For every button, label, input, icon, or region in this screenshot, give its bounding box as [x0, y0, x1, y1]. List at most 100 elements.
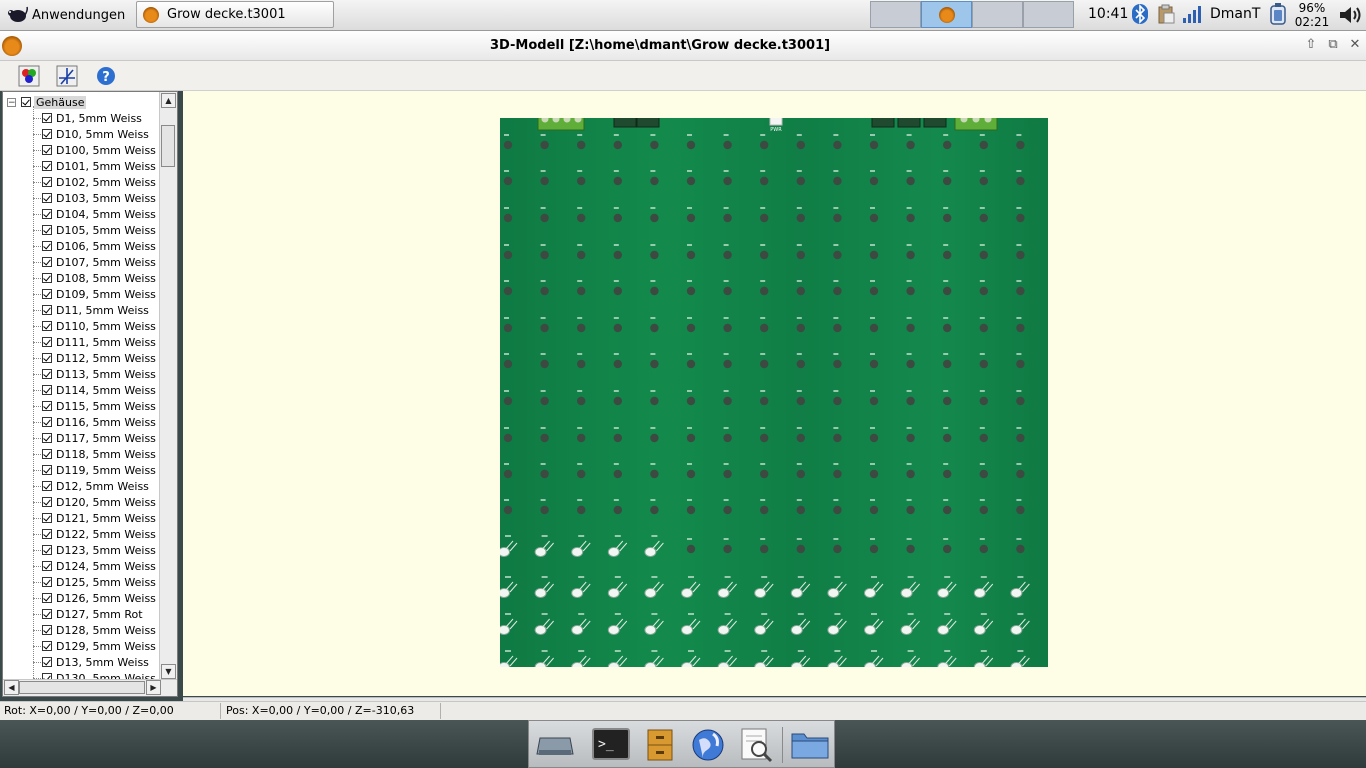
document-search-icon[interactable] [736, 725, 776, 765]
tree-item[interactable]: D105, 5mm Weiss [42, 222, 156, 238]
checkbox-checked[interactable] [42, 209, 52, 219]
tree-item[interactable]: D128, 5mm Weiss [42, 622, 156, 638]
tree-item[interactable]: D104, 5mm Weiss [42, 206, 156, 222]
checkbox-checked[interactable] [42, 593, 52, 603]
tree-item[interactable]: D11, 5mm Weiss [42, 302, 149, 318]
checkbox-checked[interactable] [42, 641, 52, 651]
workspace-3[interactable] [972, 1, 1023, 28]
tree-item[interactable]: D110, 5mm Weiss [42, 318, 156, 334]
tree-item[interactable]: D113, 5mm Weiss [42, 366, 156, 382]
tree-item[interactable]: D114, 5mm Weiss [42, 382, 156, 398]
file-cabinet-icon[interactable] [640, 725, 680, 765]
tree-item[interactable]: D126, 5mm Weiss [42, 590, 156, 606]
drive-icon[interactable] [535, 725, 575, 765]
tree-item[interactable]: D107, 5mm Weiss [42, 254, 156, 270]
tree-item[interactable]: D122, 5mm Weiss [42, 526, 156, 542]
volume-icon[interactable] [1338, 4, 1362, 26]
tree-item[interactable]: D10, 5mm Weiss [42, 126, 149, 142]
tree-item[interactable]: D121, 5mm Weiss [42, 510, 156, 526]
checkbox-checked[interactable] [42, 289, 52, 299]
bluetooth-icon[interactable] [1130, 3, 1150, 25]
checkbox-checked[interactable] [42, 113, 52, 123]
checkbox-checked[interactable] [42, 273, 52, 283]
network-signal-icon[interactable] [1182, 3, 1202, 25]
clipboard-icon[interactable] [1156, 3, 1176, 25]
checkbox-checked[interactable] [42, 305, 52, 315]
checkbox-checked[interactable] [42, 193, 52, 203]
terminal-icon[interactable]: >_ [591, 725, 631, 765]
scroll-left-icon[interactable]: ◀ [4, 680, 19, 695]
workspace-1[interactable] [870, 1, 921, 28]
close-icon[interactable]: ✕ [1347, 37, 1363, 53]
checkbox-checked[interactable] [42, 577, 52, 587]
tree-item[interactable]: D115, 5mm Weiss [42, 398, 156, 414]
tree-item[interactable]: D124, 5mm Weiss [42, 558, 156, 574]
scroll-up-icon[interactable]: ▲ [161, 93, 176, 108]
checkbox-checked[interactable] [42, 561, 52, 571]
checkbox-checked[interactable] [42, 497, 52, 507]
tree-item[interactable]: D12, 5mm Weiss [42, 478, 149, 494]
checkbox-checked[interactable] [42, 353, 52, 363]
workspace-4[interactable] [1023, 1, 1074, 28]
tree-item[interactable]: D1, 5mm Weiss [42, 110, 142, 126]
checkbox-checked[interactable] [42, 609, 52, 619]
checkbox-checked[interactable] [42, 241, 52, 251]
tree-item[interactable]: D102, 5mm Weiss [42, 174, 156, 190]
checkbox-checked[interactable] [42, 625, 52, 635]
battery-icon[interactable] [1268, 2, 1288, 26]
checkbox-checked[interactable] [42, 369, 52, 379]
tree-item[interactable]: D125, 5mm Weiss [42, 574, 156, 590]
axes-button[interactable] [55, 64, 79, 88]
checkbox-checked[interactable] [42, 385, 52, 395]
tree-item[interactable]: D112, 5mm Weiss [42, 350, 156, 366]
tree-item[interactable]: D118, 5mm Weiss [42, 446, 156, 462]
checkbox-checked[interactable] [42, 145, 52, 155]
scroll-right-icon[interactable]: ▶ [146, 680, 161, 695]
username[interactable]: DmanT [1210, 6, 1260, 22]
checkbox-checked[interactable] [42, 257, 52, 267]
3d-viewport[interactable]: PWR [183, 91, 1366, 696]
tree-item[interactable]: D100, 5mm Weiss [42, 142, 156, 158]
taskbar-button-grow-decke[interactable]: Grow decke.t3001 [136, 1, 334, 28]
checkbox-checked[interactable] [42, 465, 52, 475]
checkbox-checked[interactable] [42, 513, 52, 523]
checkbox-checked[interactable] [42, 481, 52, 491]
scrollbar-thumb[interactable] [161, 125, 175, 167]
checkbox-checked[interactable] [42, 433, 52, 443]
tree-item[interactable]: D120, 5mm Weiss [42, 494, 156, 510]
checkbox-checked[interactable] [21, 97, 31, 107]
pcb-board[interactable]: PWR [500, 118, 1048, 667]
scrollbar-thumb[interactable] [19, 681, 145, 694]
applications-menu[interactable]: Anwendungen [2, 3, 129, 27]
minimize-icon[interactable]: ⇧ [1303, 37, 1319, 53]
tree-item[interactable]: D119, 5mm Weiss [42, 462, 156, 478]
tree-item[interactable]: D111, 5mm Weiss [42, 334, 156, 350]
checkbox-checked[interactable] [42, 545, 52, 555]
tree-item[interactable]: D129, 5mm Weiss [42, 638, 156, 654]
tree-root-gehaeuse[interactable]: − Gehäuse [7, 95, 87, 109]
checkbox-checked[interactable] [42, 337, 52, 347]
battery-status[interactable]: 96% 02:21 [1292, 1, 1332, 29]
checkbox-checked[interactable] [42, 129, 52, 139]
tree-item[interactable]: D108, 5mm Weiss [42, 270, 156, 286]
browser-globe-icon[interactable] [688, 725, 728, 765]
scroll-down-icon[interactable]: ▼ [161, 664, 176, 679]
colors-button[interactable] [17, 64, 41, 88]
checkbox-checked[interactable] [42, 321, 52, 331]
clock[interactable]: 10:41 [1088, 6, 1128, 22]
tree-item[interactable]: D101, 5mm Weiss [42, 158, 156, 174]
folder-icon[interactable] [790, 725, 830, 765]
checkbox-checked[interactable] [42, 401, 52, 411]
checkbox-checked[interactable] [42, 161, 52, 171]
tree-item[interactable]: D103, 5mm Weiss [42, 190, 156, 206]
tree-item[interactable]: D123, 5mm Weiss [42, 542, 156, 558]
workspace-2[interactable] [921, 1, 972, 28]
checkbox-checked[interactable] [42, 449, 52, 459]
checkbox-checked[interactable] [42, 529, 52, 539]
checkbox-checked[interactable] [42, 225, 52, 235]
collapse-icon[interactable]: − [7, 97, 16, 107]
checkbox-checked[interactable] [42, 657, 52, 667]
tree-vertical-scrollbar[interactable]: ▲ ▼ [159, 92, 177, 680]
restore-icon[interactable]: ⧉ [1325, 37, 1341, 53]
tree-item[interactable]: D127, 5mm Rot [42, 606, 143, 622]
